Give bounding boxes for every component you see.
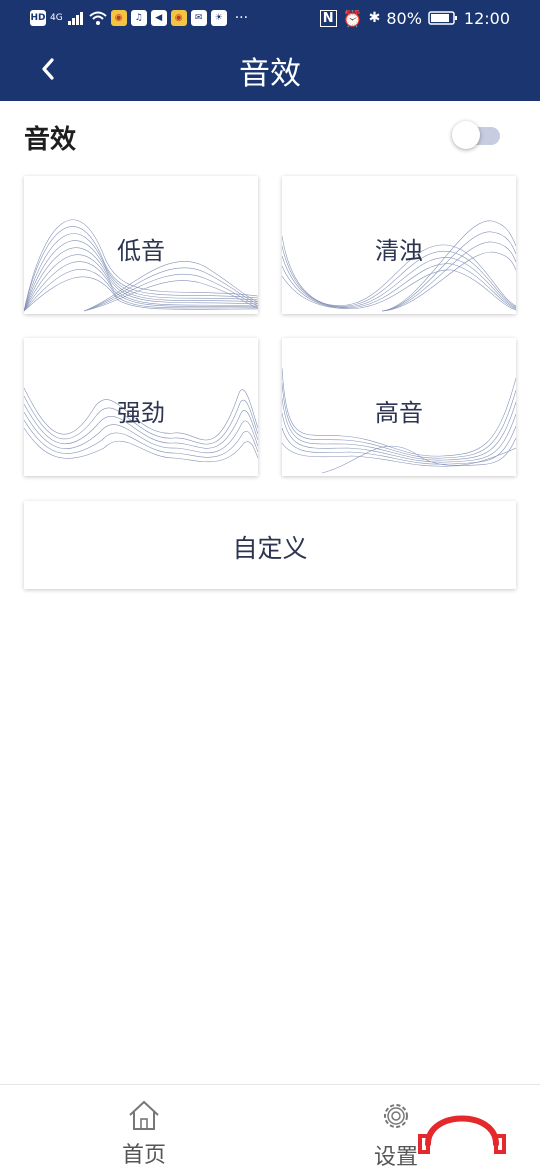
sound-effect-toggle[interactable]: [452, 120, 500, 149]
app-icon: ◀: [150, 10, 167, 26]
hd-icon: HD: [30, 10, 46, 26]
nav-home[interactable]: 首页: [84, 1099, 204, 1169]
weibo-icon: ◉: [170, 10, 187, 26]
battery-percent: 80%: [386, 8, 422, 28]
more-notifications: ···: [234, 10, 249, 26]
app-icon: ✉: [190, 10, 207, 26]
page-title: 音效: [239, 56, 301, 92]
preset-label: 强劲: [117, 399, 165, 427]
wifi-icon: [89, 11, 107, 25]
weibo-icon: ◉: [110, 10, 127, 26]
preset-card-clarity[interactable]: 清浊: [282, 176, 516, 314]
toggle-knob: [452, 121, 480, 149]
nfc-icon: N: [319, 9, 337, 27]
signal-icon: [67, 12, 83, 25]
custom-preset-button[interactable]: 自定义: [24, 501, 516, 589]
preset-card-powerful[interactable]: 强劲: [24, 338, 258, 476]
preset-card-treble[interactable]: 高音: [282, 338, 516, 476]
sound-effect-row: 音效: [24, 110, 516, 160]
preset-card-bass[interactable]: 低音: [24, 176, 258, 314]
preset-label: 高音: [375, 399, 423, 427]
headphone-logo-icon: [418, 1115, 506, 1154]
preset-label: 低音: [117, 237, 165, 265]
status-bar: HD 4G ◉ ♫ ◀ ◉ ✉ ☀ ··· N ⏰ ✱ 80% 12:00: [0, 0, 540, 36]
battery-icon: [428, 11, 457, 25]
app-bar: 音效: [0, 36, 540, 101]
status-left-icons: HD 4G ◉ ♫ ◀ ◉ ✉ ☀ ···: [30, 8, 248, 28]
home-icon: [129, 1100, 159, 1130]
status-right-icons: N ⏰ ✱ 80% 12:00: [319, 8, 510, 28]
nav-home-label: 首页: [121, 1143, 166, 1168]
clock: 12:00: [463, 8, 510, 28]
lightbulb-icon: ☀: [210, 10, 227, 26]
app-icon: ♫: [130, 10, 147, 26]
preset-label: 清浊: [375, 237, 423, 265]
sound-effect-label: 音效: [24, 125, 77, 155]
custom-label: 自定义: [232, 534, 308, 563]
gear-icon: [384, 1104, 408, 1128]
network-label: 4G: [50, 13, 63, 23]
alarm-icon: ⏰: [342, 8, 363, 28]
bluetooth-icon: ✱: [368, 10, 381, 26]
